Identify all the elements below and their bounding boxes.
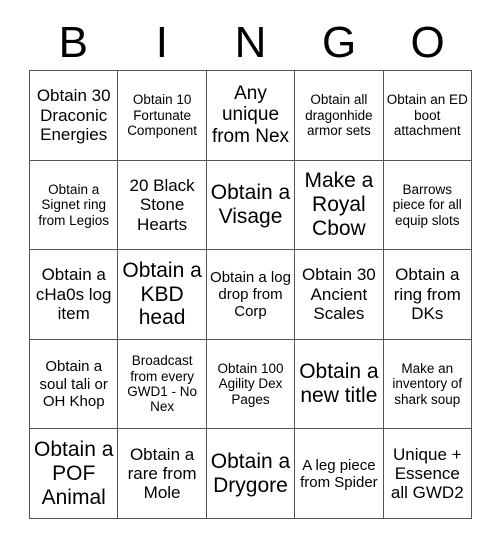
bingo-cell[interactable]: Obtain a POF Animal (30, 429, 119, 519)
bingo-cell-label: Obtain a ring from DKs (393, 265, 461, 324)
header-letter-o: O (410, 18, 445, 67)
bingo-cell[interactable]: Obtain a new title (295, 339, 384, 430)
bingo-cell[interactable]: Obtain 100 Agility Dex Pages (206, 339, 296, 430)
bingo-cell-label: Obtain a soul tali or OH Khop (39, 358, 108, 410)
header-letter-g: G (321, 18, 357, 67)
bingo-cell[interactable]: Obtain a KBD head (118, 250, 207, 340)
bingo-cell[interactable]: Obtain a rare from Mole (118, 429, 207, 519)
bingo-cell[interactable]: Barrows piece for all equip slots (383, 160, 472, 251)
bingo-cell[interactable]: Obtain 30 Ancient Scales (295, 250, 384, 340)
bingo-cell-label: Obtain all dragonhide armor sets (305, 92, 373, 138)
bingo-cell[interactable]: Make an inventory of shark soup (383, 339, 472, 430)
bingo-cell[interactable]: Broadcast from every GWD1 - No Nex (118, 339, 207, 430)
bingo-cell-label: Obtain 10 Fortunate Component (127, 92, 197, 138)
bingo-cell-label: Obtain 30 Draconic Energies (36, 86, 111, 144)
bingo-cell[interactable]: Obtain a Visage (206, 160, 296, 251)
bingo-cell-label: A leg piece from Spider (300, 456, 378, 491)
header-letter-b: B (58, 18, 88, 67)
header-letter-n: N (234, 18, 267, 67)
bingo-card: B I N G O Obtain 30 Draconic Energies Obt… (0, 0, 500, 544)
bingo-cell-label: Obtain a Visage (210, 180, 291, 228)
bingo-cell-label: Obtain a Drygore (210, 449, 291, 497)
bingo-cell-label: Obtain a POF Animal (34, 437, 114, 509)
bingo-cell-label: Make a Royal Cbow (304, 168, 374, 240)
bingo-cell-label: Obtain a log drop from Corp (210, 268, 291, 321)
bingo-cell-label: Make an inventory of shark soup (392, 361, 463, 407)
bingo-cell[interactable]: Obtain an ED boot attachment (383, 71, 472, 161)
bingo-cell[interactable]: Obtain a soul tali or OH Khop (30, 339, 119, 430)
bingo-cell[interactable]: Obtain a log drop from Corp (206, 250, 296, 340)
bingo-cell-label: Obtain a new title (299, 360, 379, 408)
bingo-cell-label: Unique + Essence all GWD2 (390, 444, 464, 503)
bingo-grid: Obtain 30 Draconic Energies Obtain 10 For… (29, 70, 472, 519)
bingo-cell-label: Obtain a cHa0s log item (35, 265, 112, 324)
bingo-cell-label: Obtain a Signet ring from Legios (38, 181, 109, 228)
bingo-cell-label: Barrows piece for all equip slots (392, 181, 462, 228)
bingo-cell[interactable]: A leg piece from Spider (295, 429, 384, 519)
bingo-cell-label: Obtain a rare from Mole (127, 444, 197, 503)
bingo-cell-label: Obtain 100 Agility Dex Pages (217, 361, 284, 407)
bingo-cell-label: Obtain a KBD head (122, 258, 202, 330)
bingo-cell-label: Obtain 30 Ancient Scales (302, 265, 376, 324)
bingo-header: B I N G O (29, 16, 472, 70)
bingo-cell-label: Any unique from Nex (211, 82, 290, 148)
bingo-cell[interactable]: Obtain a Signet ring from Legios (30, 160, 119, 251)
bingo-cell[interactable]: Obtain 30 Draconic Energies (30, 71, 119, 161)
bingo-cell-label: Obtain an ED boot attachment (386, 92, 468, 138)
bingo-cell[interactable]: Obtain a Drygore (206, 429, 296, 519)
bingo-cell[interactable]: Obtain all dragonhide armor sets (295, 71, 384, 161)
bingo-cell[interactable]: 20 Black Stone Hearts (118, 160, 207, 251)
bingo-cell[interactable]: Obtain a cHa0s log item (30, 250, 119, 340)
header-letter-i: I (155, 18, 168, 67)
bingo-cell[interactable]: Make a Royal Cbow (295, 160, 384, 251)
bingo-cell[interactable]: Obtain a ring from DKs (383, 250, 472, 340)
bingo-cell-label: 20 Black Stone Hearts (129, 175, 195, 234)
bingo-cell[interactable]: Any unique from Nex (206, 71, 296, 161)
bingo-cell[interactable]: Obtain 10 Fortunate Component (118, 71, 207, 161)
bingo-cell-label: Broadcast from every GWD1 - No Nex (127, 353, 197, 415)
bingo-cell[interactable]: Unique + Essence all GWD2 (383, 429, 472, 519)
